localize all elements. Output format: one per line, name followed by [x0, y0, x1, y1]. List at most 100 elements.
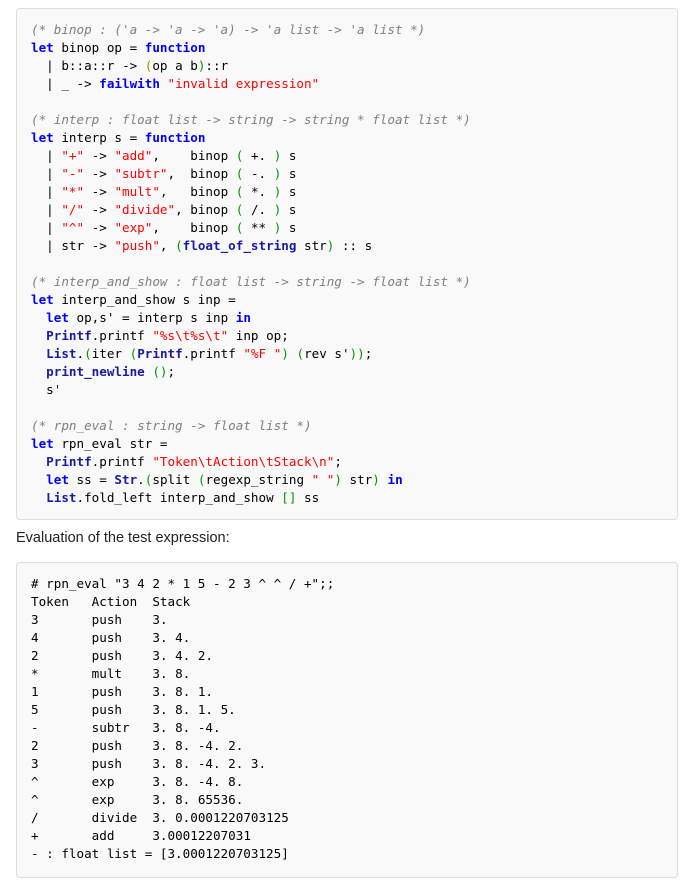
code-string: "-": [61, 166, 85, 181]
code-module: List: [46, 346, 77, 361]
code-string: "divide": [114, 202, 176, 217]
code-text: ss: [296, 490, 320, 505]
cell-action: push: [91, 702, 123, 717]
code-text: str: [341, 472, 373, 487]
code-text: s: [281, 166, 297, 181]
code-text: s: [281, 184, 297, 199]
code-keyword: let: [31, 292, 54, 307]
code-text: , binop: [175, 202, 236, 217]
cell-stack: 3. 8. 1.: [152, 684, 214, 699]
cell-action: divide: [91, 810, 138, 825]
code-text: | _ ->: [31, 76, 100, 91]
code-line: let binop op = function: [31, 39, 471, 57]
code-line: | _ -> failwith "invalid expression": [31, 75, 471, 93]
cell-token: -: [31, 720, 39, 735]
code-text: .printf: [91, 328, 153, 343]
code-text: regexp_string: [205, 472, 312, 487]
code-text: ss =: [68, 472, 115, 487]
cell-action: add: [91, 828, 115, 843]
code-keyword: let: [31, 40, 54, 55]
output-row: 4 push 3. 4.: [31, 629, 334, 647]
code-line: (* rpn_eval : string -> float list *): [31, 417, 471, 435]
code-text: |: [31, 184, 62, 199]
code-text: interp_and_show s inp =: [53, 292, 236, 307]
header-action: Action: [91, 594, 138, 609]
code-keyword: function: [144, 130, 206, 145]
cell-token: 2: [31, 738, 39, 753]
code-text: |: [31, 220, 62, 235]
code-line: | "-" -> "subtr", binop ( -. ) s: [31, 165, 471, 183]
code-text: , binop: [167, 166, 236, 181]
cell-action: subtr: [91, 720, 130, 735]
code-text: ::r: [205, 58, 229, 73]
code-comment: (* rpn_eval : string -> float list *): [31, 418, 312, 433]
cell-action: push: [91, 648, 123, 663]
code-line: List.(iter (Printf.printf "%F ") (rev s'…: [31, 345, 471, 363]
code-text: .printf: [182, 346, 244, 361]
code-text: .printf: [91, 454, 153, 469]
cell-action: push: [91, 684, 123, 699]
cell-stack: 3. 8. 65536.: [152, 792, 244, 807]
code-line: let op,s' = interp s inp in: [31, 309, 471, 327]
code-line: List.fold_left interp_and_show [] ss: [31, 489, 471, 507]
code-text: -.: [243, 166, 274, 181]
code-text: s: [281, 220, 297, 235]
cell-stack: 3. 8. 1. 5.: [152, 702, 236, 717]
code-keyword: failwith: [99, 76, 160, 91]
code-text: s: [281, 202, 297, 217]
code-text: .fold_left interp_and_show: [76, 490, 282, 505]
code-keyword: let: [31, 130, 54, 145]
code-bracket: []: [281, 490, 297, 505]
header-token: Token: [31, 594, 69, 609]
code-bracket: (): [152, 364, 168, 379]
code-text: str: [296, 238, 327, 253]
code-text: |: [31, 148, 62, 163]
code-text: interp s =: [53, 130, 145, 145]
code-line: let interp_and_show s inp =: [31, 291, 471, 309]
code-line: | "+" -> "add", binop ( +. ) s: [31, 147, 471, 165]
cell-stack: 3. 4. 2.: [152, 648, 214, 663]
cell-stack: 3. 8.: [152, 666, 191, 681]
command-line: # rpn_eval "3 4 2 * 1 5 - 2 3 ^ ^ / +";;: [31, 576, 335, 591]
code-text: |: [31, 202, 62, 217]
code-comment: (* interp : float list -> string -> stri…: [31, 112, 471, 127]
cell-stack: 3. 8. -4. 8.: [152, 774, 244, 789]
code-keyword: let: [46, 472, 69, 487]
cell-stack: 3.00012207031: [152, 828, 251, 843]
code-bracket: (: [84, 346, 92, 361]
cell-action: exp: [91, 792, 115, 807]
code-string: "add": [114, 148, 153, 163]
code-text: ->: [84, 148, 115, 163]
code-line: let ss = Str.(split (regexp_string " ") …: [31, 471, 471, 489]
output-row: * mult 3. 8.: [31, 665, 334, 683]
code-text: | b::a::r ->: [31, 58, 145, 73]
output-listing: # rpn_eval "3 4 2 * 1 5 - 2 3 ^ ^ / +";;…: [31, 575, 334, 863]
code-keyword: let: [46, 310, 69, 325]
code-text: op,s' = interp s inp: [68, 310, 236, 325]
code-line: | str -> "push", (float_of_string str) :…: [31, 237, 471, 255]
code-text: rev s': [304, 346, 350, 361]
cell-stack: 3. 0.0001220703125: [152, 810, 289, 825]
code-bracket: ): [281, 346, 289, 361]
result-line: - : float list = [3.0001220703125]: [31, 846, 289, 861]
output-header: Token Action Stack: [31, 593, 334, 611]
code-text: , binop: [152, 220, 236, 235]
source-code: (* binop : ('a -> 'a -> 'a) -> 'a list -…: [31, 21, 471, 507]
output-row: - subtr 3. 8. -4.: [31, 719, 334, 737]
cell-action: push: [91, 738, 123, 753]
code-module: Printf: [46, 454, 92, 469]
code-line: print_newline ();: [31, 363, 471, 381]
code-line: let interp s = function: [31, 129, 471, 147]
code-line: | "/" -> "divide", binop ( /. ) s: [31, 201, 471, 219]
cell-stack: 3. 4.: [152, 630, 191, 645]
code-keyword: let: [31, 436, 54, 451]
code-block-source: (* binop : ('a -> 'a -> 'a) -> 'a list -…: [16, 8, 678, 520]
output-row: 3 push 3. 8. -4. 2. 3.: [31, 755, 334, 773]
code-line: | "*" -> "mult", binop ( *. ) s: [31, 183, 471, 201]
code-comment: (* binop : ('a -> 'a -> 'a) -> 'a list -…: [31, 22, 426, 37]
code-text: |: [31, 166, 62, 181]
code-text: ;: [334, 454, 342, 469]
code-text: , binop: [152, 148, 236, 163]
code-module: print_newline: [46, 364, 145, 379]
